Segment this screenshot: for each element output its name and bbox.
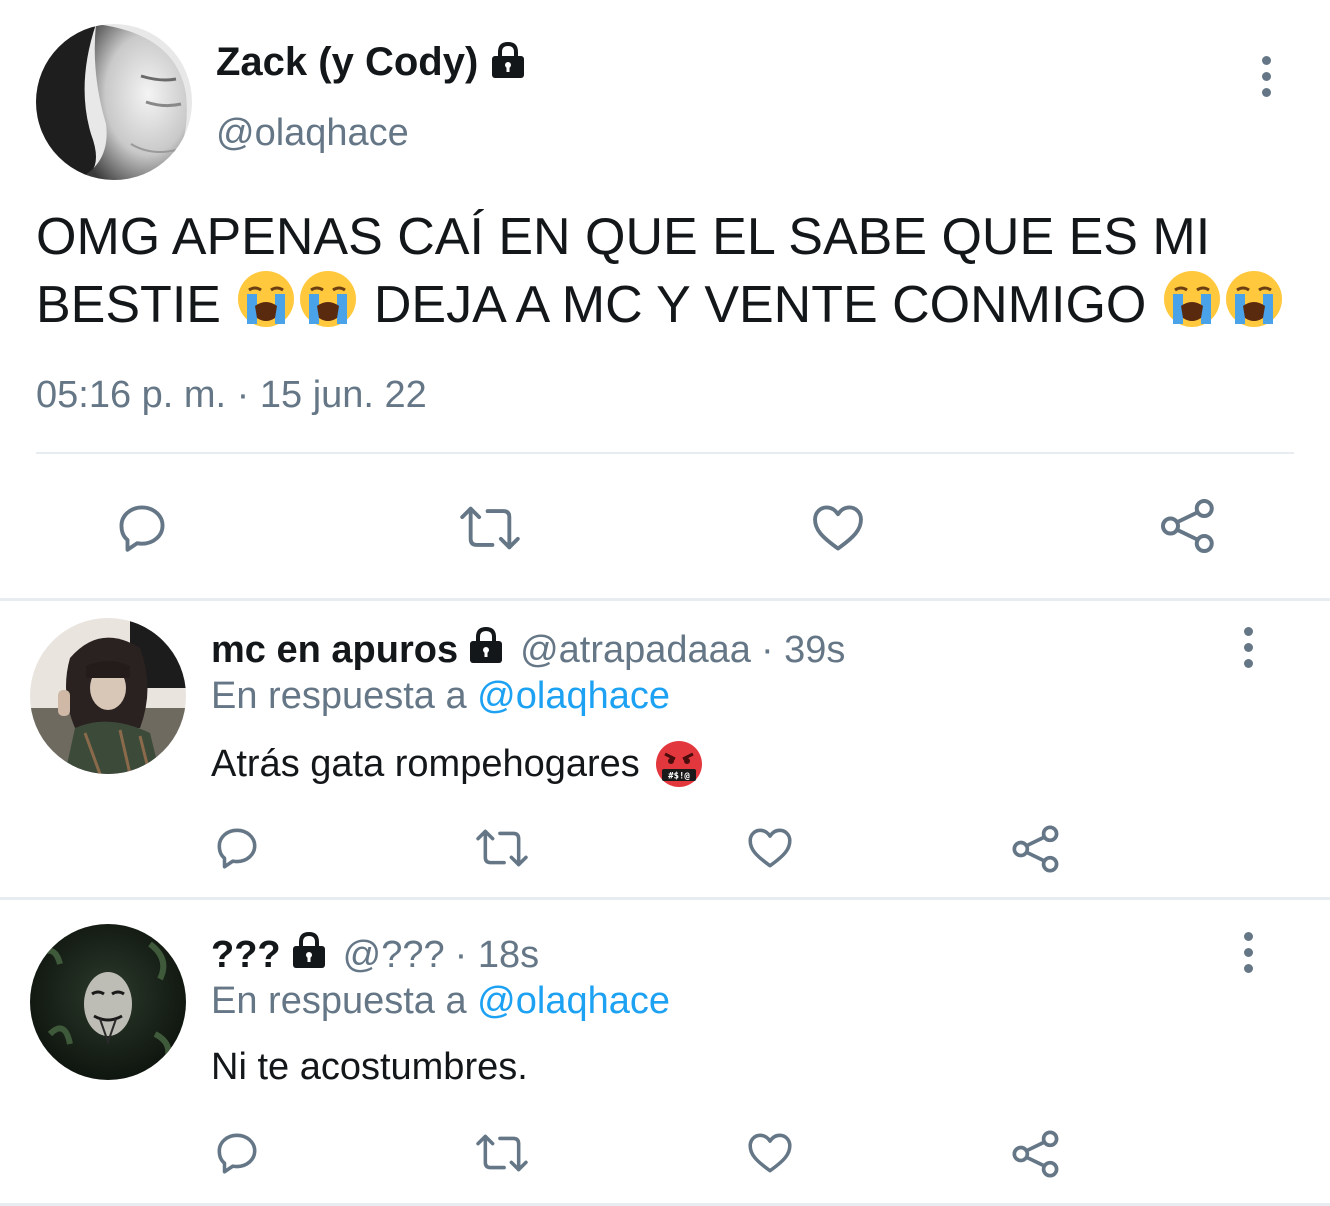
author-handle[interactable]: @??? — [343, 934, 445, 977]
tweet-timestamp[interactable]: 05:16 p. m. · 15 jun. 22 — [36, 374, 427, 417]
tweet-text-line-1: OMG APENAS CAÍ EN QUE EL SABE QUE ES MI — [36, 208, 1211, 266]
reply-header: ??? @??? · 18s — [211, 930, 539, 980]
reply-icon[interactable] — [212, 1128, 262, 1178]
retweet-icon[interactable] — [458, 498, 522, 558]
author-row: Zack (y Cody) — [216, 40, 528, 85]
mention-link[interactable]: @olaqhace — [477, 675, 670, 717]
more-options-icon[interactable] — [1238, 932, 1258, 973]
crying-face-icon — [297, 268, 359, 344]
angry-face-icon: #$!@ — [654, 739, 704, 789]
retweet-icon[interactable] — [474, 1128, 530, 1178]
author-name[interactable]: Zack (y Cody) — [216, 40, 478, 85]
author-handle[interactable]: @olaqhace — [216, 112, 409, 155]
like-icon[interactable] — [744, 1128, 796, 1178]
like-icon[interactable] — [808, 498, 868, 558]
like-icon[interactable] — [744, 823, 796, 873]
avatar[interactable] — [30, 924, 186, 1080]
share-icon[interactable] — [1010, 1128, 1062, 1180]
reply-context: En respuesta a @olaqhace — [211, 675, 670, 718]
crying-face-icon — [235, 268, 297, 344]
author-name[interactable]: mc en apuros — [211, 629, 458, 672]
avatar[interactable] — [30, 618, 186, 774]
avatar[interactable] — [36, 24, 192, 180]
crying-face-icon — [1223, 268, 1285, 344]
lock-icon — [488, 40, 528, 85]
reply-time: · 39s — [760, 628, 846, 671]
reply-context-label: En respuesta a — [211, 980, 467, 1022]
reply-tweet[interactable]: ??? @??? · 18s En respuesta a @olaqhace … — [0, 900, 1330, 1206]
author-handle[interactable]: @atrapadaaa — [520, 629, 751, 672]
tweet-text-line-2b: DEJA A MC Y VENTE CONMIGO — [373, 276, 1147, 334]
reply-icon[interactable] — [212, 823, 262, 873]
main-tweet: Zack (y Cody) @olaqhace OMG APENAS CAÍ E… — [0, 0, 1330, 598]
reply-icon[interactable] — [112, 498, 172, 558]
divider — [36, 452, 1294, 454]
share-icon[interactable] — [1010, 823, 1062, 875]
lock-icon — [466, 625, 506, 675]
reply-tweet[interactable]: mc en apuros @atrapadaaa · 39s En respue… — [0, 601, 1330, 897]
reply-context-label: En respuesta a — [211, 675, 467, 717]
svg-text:#$!@: #$!@ — [668, 772, 690, 782]
tweet-text: OMG APENAS CAÍ EN QUE EL SABE QUE ES MI … — [36, 206, 1306, 344]
lock-icon — [289, 930, 329, 980]
mention-link[interactable]: @olaqhace — [477, 980, 670, 1022]
reply-header: mc en apuros @atrapadaaa · 39s — [211, 625, 845, 675]
share-icon[interactable] — [1158, 496, 1218, 556]
reply-context: En respuesta a @olaqhace — [211, 980, 670, 1023]
reply-text-content: Atrás gata rompehogares — [211, 742, 640, 785]
author-name[interactable]: ??? — [211, 934, 281, 977]
more-options-icon[interactable] — [1256, 56, 1276, 97]
reply-text: Atrás gata rompehogares #$!@ — [211, 739, 704, 789]
reply-text: Ni te acostumbres. — [211, 1046, 528, 1089]
retweet-icon[interactable] — [474, 823, 530, 873]
reply-text-content: Ni te acostumbres. — [211, 1046, 528, 1088]
more-options-icon[interactable] — [1238, 627, 1258, 668]
tweet-text-line-2a: BESTIE — [36, 276, 221, 334]
reply-time: · 18s — [454, 933, 540, 976]
crying-face-icon — [1161, 268, 1223, 344]
